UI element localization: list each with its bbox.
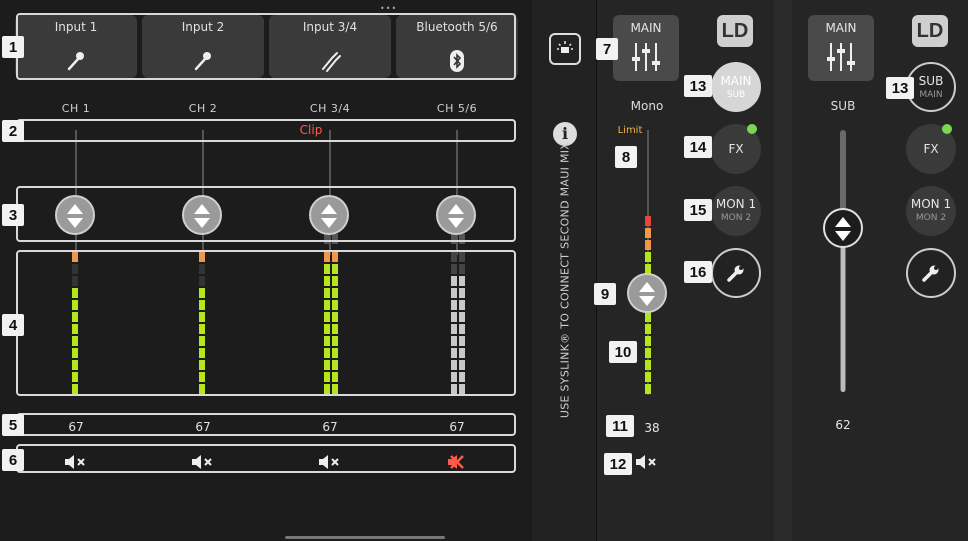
ld-logo: LD	[717, 15, 753, 47]
toggle-label: SUB	[918, 74, 944, 88]
fx-active-indicator	[942, 124, 952, 134]
sub-fader-knob[interactable]	[823, 208, 863, 248]
input-selector-outline	[16, 13, 516, 80]
main-meter-segment	[645, 384, 651, 394]
main-meter-segment	[645, 372, 651, 382]
drag-handle-dots[interactable]: •••	[380, 4, 397, 13]
main-settings-button[interactable]	[711, 248, 761, 298]
sub-mixer-button[interactable]: MAIN	[808, 15, 874, 81]
ld-logo: LD	[912, 15, 948, 47]
limit-label: Limit	[617, 125, 643, 136]
toggle-label: MAIN	[720, 74, 752, 88]
main-meter-segment	[645, 228, 651, 238]
callout-badge: 10	[609, 341, 637, 363]
main-meter-segment	[645, 324, 651, 334]
channel-label: CH 1	[61, 102, 91, 115]
main-meter-segment	[645, 312, 651, 322]
callout-badge: 15	[684, 199, 712, 221]
up-arrow-icon	[835, 217, 851, 227]
main-monitor-button[interactable]: MON 1 MON 2	[711, 186, 761, 236]
clip-row-outline	[16, 119, 516, 142]
channel-label: CH 5/6	[436, 102, 478, 115]
callout-badge: 13	[886, 77, 914, 99]
syslink-icon[interactable]	[549, 33, 581, 65]
callout-badge: 4	[2, 314, 24, 336]
callout-badge: 6	[2, 449, 24, 471]
home-indicator	[285, 536, 445, 539]
fader-row-outline	[16, 186, 516, 242]
main-meter-segment	[645, 240, 651, 250]
sub-monitor-button[interactable]: MON 1 MON 2	[906, 186, 956, 236]
callout-badge: 12	[604, 453, 632, 475]
syslink-message: USE SYSLINK® TO CONNECT SECOND MAUI MIX	[558, 141, 572, 419]
callout-badge: 7	[596, 38, 618, 60]
fx-label: FX	[923, 142, 939, 156]
main-meter-segment	[645, 348, 651, 358]
callout-badge: 3	[2, 204, 24, 226]
main-meter-segment	[645, 336, 651, 346]
sub-mode-label: SUB	[830, 99, 856, 113]
channel-label: CH 2	[188, 102, 218, 115]
main-value: 38	[644, 421, 660, 435]
callout-badge: 11	[606, 415, 634, 437]
down-arrow-icon	[835, 231, 851, 241]
main-meter-segment	[645, 252, 651, 262]
down-arrow-icon	[639, 296, 655, 306]
panel-divider	[774, 0, 792, 541]
sub-settings-button[interactable]	[906, 248, 956, 298]
monitor-label: MON 1	[715, 197, 757, 211]
callout-badge: 1	[2, 36, 24, 58]
mute-row-outline	[16, 444, 516, 473]
main-title: MAIN	[630, 21, 662, 35]
value-row-outline	[16, 413, 516, 436]
monitor-sub-label: MON 2	[720, 213, 752, 223]
link-glow-icon	[557, 41, 573, 53]
monitor-sub-label: MON 2	[915, 213, 947, 223]
main-sub-toggle-button[interactable]: MAIN SUB	[711, 62, 761, 112]
callout-badge: 13	[684, 75, 712, 97]
toggle-sub-label: MAIN	[919, 90, 943, 100]
callout-badge: 16	[684, 261, 712, 283]
main-mute-icon[interactable]	[634, 452, 660, 472]
up-arrow-icon	[639, 282, 655, 292]
fx-label: FX	[728, 142, 744, 156]
meter-row-outline	[16, 250, 516, 396]
channel-label: CH 3/4	[309, 102, 351, 115]
main-fader-knob[interactable]	[627, 273, 667, 313]
sub-panel-title: MAIN	[825, 21, 857, 35]
main-mode-label: Mono	[630, 99, 664, 113]
mixer-sliders-icon	[632, 43, 660, 71]
callout-badge: 14	[684, 136, 712, 158]
main-mixer-button[interactable]: MAIN	[613, 15, 679, 81]
sub-value: 62	[835, 418, 851, 432]
wrench-icon	[922, 265, 939, 282]
callout-badge: 9	[594, 283, 616, 305]
main-meter-segment	[645, 360, 651, 370]
toggle-sub-label: SUB	[726, 90, 746, 100]
monitor-label: MON 1	[910, 197, 952, 211]
mixer-sliders-icon	[827, 43, 855, 71]
wrench-icon	[727, 265, 744, 282]
sub-fader-fill	[841, 230, 845, 392]
callout-badge: 2	[2, 120, 24, 142]
callout-badge: 5	[2, 414, 24, 436]
callout-badge: 8	[615, 146, 637, 168]
fx-active-indicator	[747, 124, 757, 134]
main-meter-segment	[645, 216, 651, 226]
